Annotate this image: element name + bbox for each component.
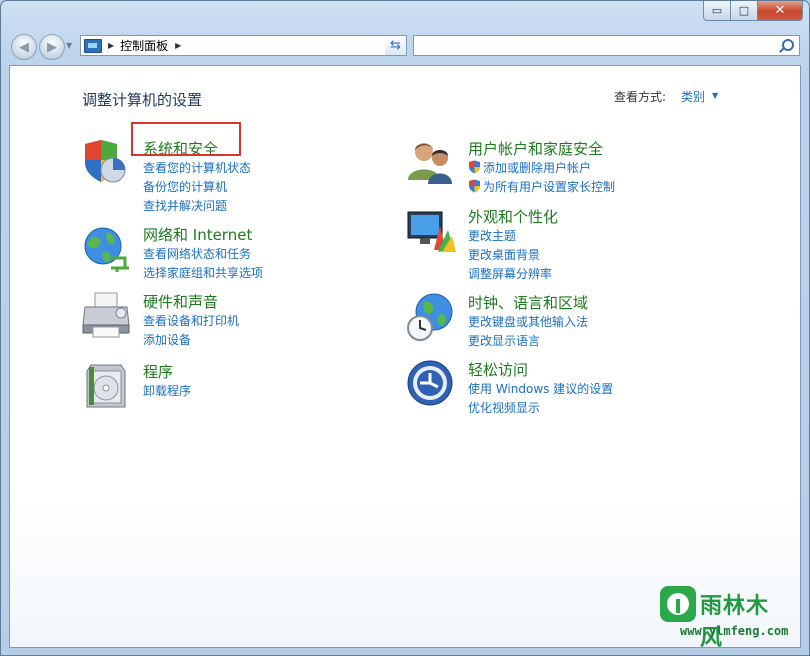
page-title: 调整计算机的设置 — [82, 91, 203, 109]
user-accounts-link-text[interactable]: 为所有用户设置家长控制 — [483, 180, 615, 194]
globe-clock-icon[interactable] — [406, 292, 456, 342]
refresh-button[interactable]: ⇆ — [385, 35, 407, 56]
monitor-palette-icon[interactable] — [406, 206, 456, 256]
system-security-link[interactable]: 查找并解决问题 — [143, 197, 227, 214]
control-panel-window: ▭ □ ✕ ◀ ▶ ▼ ▶ 控制面板 ▶ ▼ ⇆ 调整计算机的设置 查看方式: … — [0, 0, 810, 656]
caption-buttons: ▭ □ ✕ — [703, 1, 803, 21]
network-internet-title[interactable]: 网络和 Internet — [143, 224, 252, 245]
refresh-icon: ⇆ — [390, 38, 401, 53]
clock-language-link[interactable]: 更改键盘或其他输入法 — [468, 313, 588, 330]
globe-network-icon[interactable] — [81, 224, 131, 274]
maximize-button[interactable]: □ — [731, 1, 758, 21]
address-bar[interactable]: ▶ 控制面板 ▶ ▼ — [80, 35, 405, 56]
breadcrumb-chevron-icon[interactable]: ▶ — [108, 41, 114, 50]
appearance-link[interactable]: 调整屏幕分辨率 — [468, 265, 552, 282]
watermark-logo-icon — [660, 586, 696, 622]
network-internet-link[interactable]: 查看网络状态和任务 — [143, 245, 251, 262]
ease-of-access-title[interactable]: 轻松访问 — [468, 359, 528, 380]
breadcrumb-control-panel[interactable]: 控制面板 — [120, 37, 168, 54]
view-by-dropdown[interactable]: 类别 — [681, 88, 705, 105]
ease-of-access-link[interactable]: 优化视频显示 — [468, 399, 540, 416]
view-by-chevron-icon[interactable]: ▼ — [712, 91, 718, 100]
forward-button[interactable]: ▶ — [39, 34, 65, 60]
highlight-annotation-box — [131, 122, 241, 156]
user-accounts-link[interactable]: 添加或删除用户帐户 — [468, 159, 591, 176]
users-icon[interactable] — [406, 138, 456, 188]
content-pane: 调整计算机的设置 查看方式: 类别 ▼ 系统和安全 查看您的计算机状态 备份您的… — [9, 65, 801, 651]
uac-shield-icon — [469, 160, 480, 174]
user-accounts-link[interactable]: 为所有用户设置家长控制 — [468, 178, 615, 195]
clock-language-link[interactable]: 更改显示语言 — [468, 332, 540, 349]
user-accounts-title[interactable]: 用户帐户和家庭安全 — [468, 138, 603, 159]
search-icon[interactable] — [782, 39, 794, 51]
watermark-name: 雨林木风 — [700, 594, 770, 651]
back-arrow-icon: ◀ — [19, 39, 29, 55]
hardware-sound-title[interactable]: 硬件和声音 — [143, 291, 218, 312]
programs-title[interactable]: 程序 — [143, 361, 173, 382]
watermark-url: www.ylmfeng.com — [680, 624, 789, 638]
appearance-title[interactable]: 外观和个性化 — [468, 206, 558, 227]
watermark: 雨林木风 www.ylmfeng.com — [660, 586, 790, 651]
breadcrumb-chevron-icon[interactable]: ▶ — [175, 41, 181, 50]
close-button[interactable]: ✕ — [758, 1, 803, 21]
view-by-label: 查看方式: — [614, 90, 667, 104]
network-internet-link[interactable]: 选择家庭组和共享选项 — [143, 264, 263, 281]
programs-link[interactable]: 卸载程序 — [143, 382, 191, 399]
appearance-link[interactable]: 更改桌面背景 — [468, 246, 540, 263]
ease-of-access-link[interactable]: 使用 Windows 建议的设置 — [468, 380, 613, 397]
back-button[interactable]: ◀ — [11, 34, 37, 60]
forward-arrow-icon: ▶ — [47, 39, 57, 55]
printer-icon[interactable] — [81, 291, 131, 341]
hardware-sound-link[interactable]: 查看设备和打印机 — [143, 312, 239, 329]
system-security-link[interactable]: 查看您的计算机状态 — [143, 159, 251, 176]
programs-disc-icon[interactable] — [81, 361, 131, 411]
uac-shield-icon — [469, 179, 480, 193]
clock-language-title[interactable]: 时钟、语言和区域 — [468, 292, 588, 313]
hardware-sound-link[interactable]: 添加设备 — [143, 331, 191, 348]
system-security-link[interactable]: 备份您的计算机 — [143, 178, 227, 195]
appearance-link[interactable]: 更改主题 — [468, 227, 516, 244]
recent-pages-dropdown-icon[interactable]: ▼ — [66, 41, 72, 50]
shield-pie-icon[interactable] — [81, 138, 131, 188]
ease-of-access-icon[interactable] — [406, 359, 456, 409]
user-accounts-link-text[interactable]: 添加或删除用户帐户 — [483, 161, 591, 175]
minimize-button[interactable]: ▭ — [703, 1, 731, 21]
search-input[interactable] — [413, 35, 800, 56]
control-panel-icon — [84, 38, 102, 53]
